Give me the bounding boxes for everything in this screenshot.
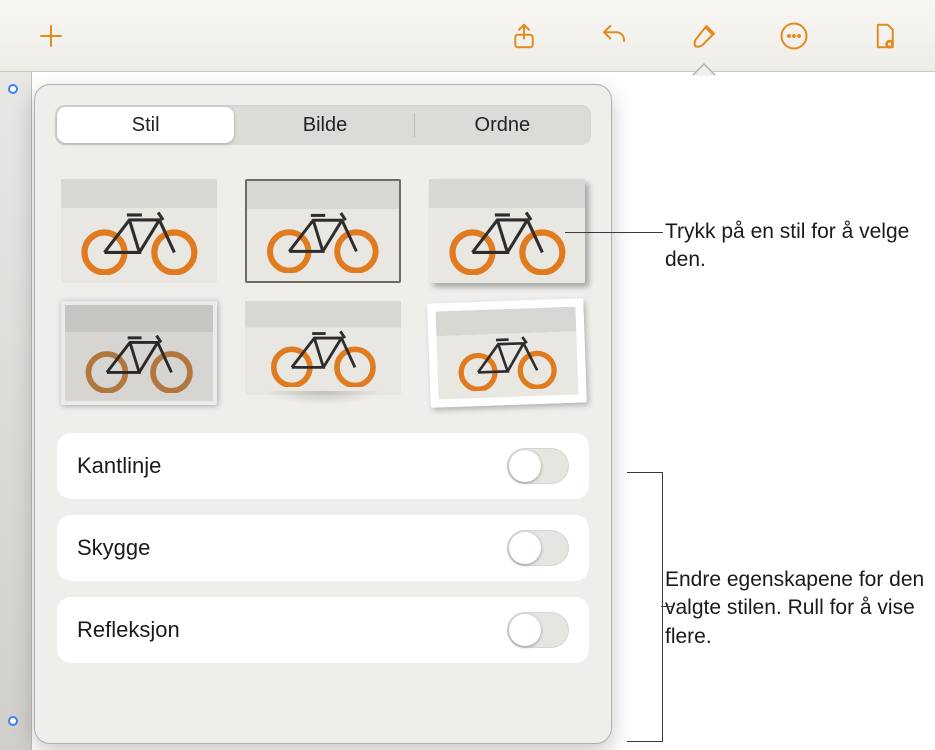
callout-style-tap: Trykk på en stil for å velge den. <box>665 218 915 275</box>
canvas-edge <box>0 72 32 750</box>
add-icon[interactable] <box>34 19 68 53</box>
style-thumb-reflection[interactable] <box>245 301 401 405</box>
tab-image[interactable]: Bilde <box>236 105 413 145</box>
style-thumb-plain[interactable] <box>61 179 217 283</box>
style-thumb-polaroid[interactable] <box>427 298 587 407</box>
option-shadow[interactable]: Skygge <box>57 515 589 581</box>
border-toggle[interactable] <box>507 448 569 484</box>
option-label: Skygge <box>77 535 150 561</box>
selection-handle[interactable] <box>8 84 18 94</box>
option-label: Kantlinje <box>77 453 161 479</box>
callout-properties: Endre egenskapene for den valgte stilen.… <box>665 566 925 651</box>
style-thumb-shadow[interactable] <box>429 179 585 283</box>
style-thumb-border[interactable] <box>245 179 401 283</box>
style-options: Kantlinje Skygge Refleksjon <box>55 433 591 673</box>
top-toolbar <box>0 0 935 72</box>
share-icon[interactable] <box>507 19 541 53</box>
reflection-toggle[interactable] <box>507 612 569 648</box>
format-brush-icon[interactable] <box>687 19 721 53</box>
option-reflection[interactable]: Refleksjon <box>57 597 589 663</box>
shadow-toggle[interactable] <box>507 530 569 566</box>
selection-handle[interactable] <box>8 716 18 726</box>
format-tabs: Stil Bilde Ordne <box>55 105 591 145</box>
format-popover: Stil Bilde Ordne Kantlinje <box>34 84 612 744</box>
document-options-icon[interactable] <box>867 19 901 53</box>
style-thumb-frame[interactable] <box>61 301 217 405</box>
tab-arrange[interactable]: Ordne <box>414 105 591 145</box>
more-icon[interactable] <box>777 19 811 53</box>
option-border[interactable]: Kantlinje <box>57 433 589 499</box>
option-label: Refleksjon <box>77 617 180 643</box>
tab-style[interactable]: Stil <box>57 107 234 143</box>
style-thumbnails <box>61 179 585 405</box>
undo-icon[interactable] <box>597 19 631 53</box>
